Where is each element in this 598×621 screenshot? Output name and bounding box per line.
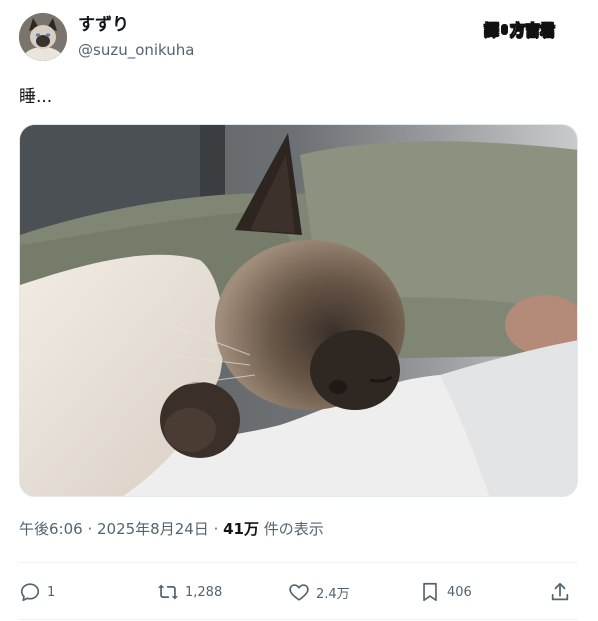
- watermark-left: 譯: [484, 20, 500, 39]
- watermark-right: 方吉君: [510, 20, 556, 39]
- divider: [19, 619, 578, 620]
- tweet-text: 睡...: [19, 87, 53, 107]
- bookmark-button[interactable]: 406: [419, 566, 472, 618]
- like-count: 2.4万: [316, 586, 350, 602]
- tweet-meta: 午後6:06 · 2025年8月24日 · 41万 件の表示: [19, 518, 324, 540]
- bookmark-icon: [423, 582, 437, 602]
- action-bar: 1 1,288 2.4万 406: [19, 566, 578, 618]
- reply-icon: [20, 583, 40, 602]
- view-count-label: 件の表示: [259, 520, 324, 538]
- tweet-date[interactable]: 2025年8月24日: [97, 520, 209, 538]
- retweet-icon: [157, 584, 179, 600]
- display-name[interactable]: すずり: [78, 14, 129, 36]
- retweet-button[interactable]: 1,288: [157, 566, 222, 618]
- meta-separator: ·: [208, 520, 224, 538]
- tweet-photo[interactable]: [19, 124, 578, 497]
- share-icon: [551, 582, 569, 601]
- like-button[interactable]: 2.4万: [288, 566, 350, 618]
- meta-separator: ·: [82, 520, 97, 538]
- avatar[interactable]: [19, 13, 67, 61]
- user-handle[interactable]: @suzu_onikuha: [78, 40, 194, 60]
- view-count: 41万: [223, 520, 259, 538]
- divider: [19, 562, 578, 563]
- watermark-separator: [501, 23, 509, 35]
- share-button[interactable]: [549, 566, 571, 618]
- retweet-count: 1,288: [185, 584, 223, 600]
- cat-avatar-image: [19, 13, 67, 61]
- bookmark-count: 406: [447, 584, 472, 600]
- sleeping-cat-photo: [20, 125, 577, 496]
- tweet-time[interactable]: 午後6:06: [19, 520, 83, 538]
- heart-icon: [289, 584, 309, 601]
- watermark: 譯 方吉君: [484, 18, 556, 40]
- reply-count: 1: [47, 584, 56, 600]
- reply-button[interactable]: 1: [19, 566, 55, 618]
